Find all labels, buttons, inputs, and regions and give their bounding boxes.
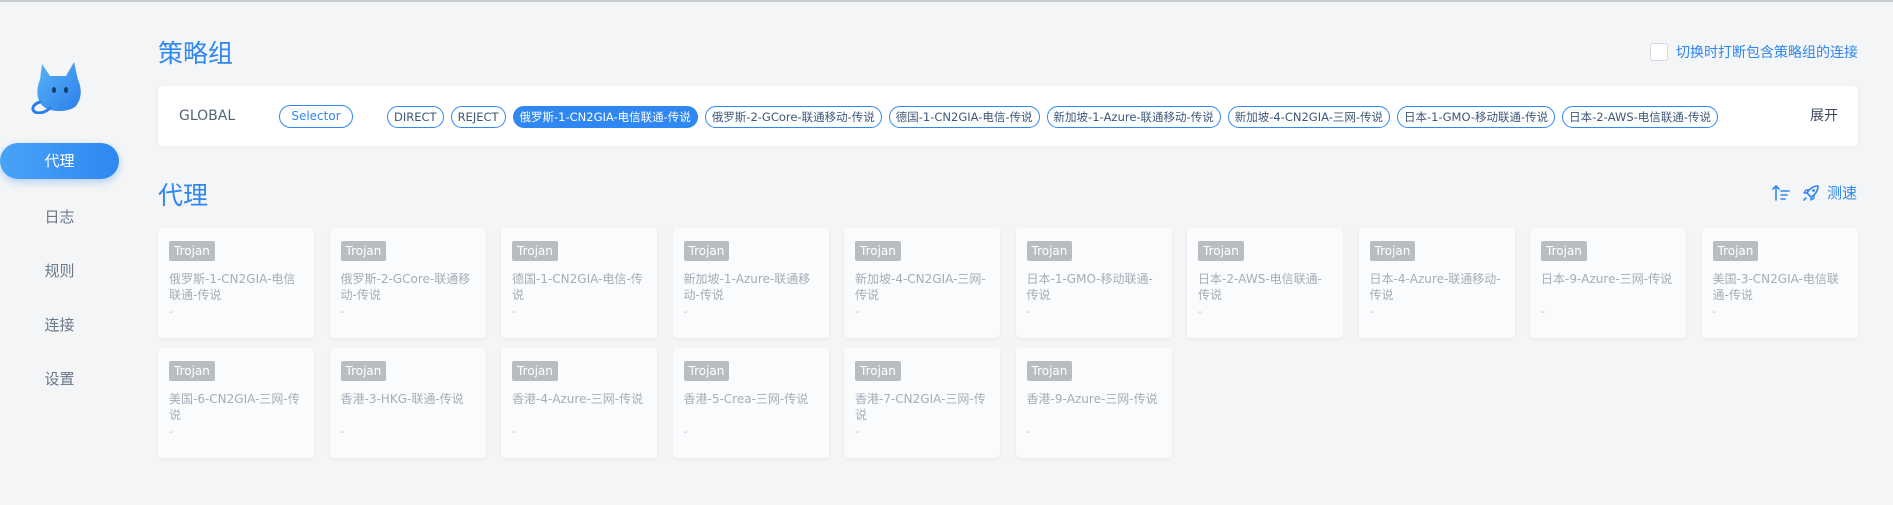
interrupt-connections-toggle[interactable]: 切换时打断包含策略组的连接 (1650, 42, 1858, 62)
proxy-type-badge: Trojan (340, 241, 387, 261)
proxy-delay: - (1712, 305, 1717, 318)
proxy-delay: - (855, 305, 859, 318)
proxy-delay: - (683, 305, 688, 318)
proxy-name: 日本-2-AWS-电信联通-传说 (1198, 272, 1322, 302)
group-option-chip[interactable]: 新加坡-1-Azure-联通移动-传说 (1046, 106, 1221, 128)
proxy-name: 俄罗斯-2-GCore-联通移动-传说 (340, 272, 471, 302)
sidebar-item-proxies[interactable]: 代理 (0, 143, 119, 179)
proxy-delay: - (683, 425, 688, 438)
proxy-delay: - (855, 425, 859, 438)
proxy-name: 美国-6-CN2GIA-三网-传说 (169, 392, 300, 422)
group-option-chip[interactable]: 新加坡-4-CN2GIA-三网-传说 (1227, 106, 1390, 128)
proxy-type-badge: Trojan (683, 361, 730, 381)
proxy-type-badge: Trojan (855, 361, 901, 381)
proxy-type-badge: Trojan (1198, 241, 1244, 261)
clash-cat-logo-icon (31, 62, 81, 114)
proxy-type-badge: Trojan (512, 241, 558, 261)
proxy-card[interactable]: Trojan 俄罗斯-1-CN2GIA-电信联通-传说 - (158, 228, 314, 338)
proxy-card[interactable]: Trojan 日本-1-GMO-移动联通-传说 - (1015, 228, 1172, 338)
proxy-delay: - (340, 305, 345, 318)
group-option-chip[interactable]: REJECT (450, 106, 506, 128)
speed-test-label: 测速 (1826, 184, 1857, 202)
proxy-name: 香港-3-HKG-联通-传说 (340, 392, 464, 406)
group-option-chip[interactable]: 日本-2-AWS-电信联通-传说 (1562, 106, 1718, 128)
group-options: DIRECT REJECT 俄罗斯-1-CN2GIA-电信联通-传说 俄罗斯-2-GC… (387, 106, 1718, 128)
proxy-delay: - (1026, 425, 1031, 438)
proxy-card[interactable]: Trojan 新加坡-1-Azure-联通移动-传说 - (672, 228, 829, 338)
proxy-card[interactable]: Trojan 日本-4-Azure-联通移动-传说 - (1358, 228, 1515, 338)
proxy-card[interactable]: Trojan 日本-9-Azure-三网-传说 - (1530, 228, 1686, 338)
proxy-card[interactable]: Trojan 香港-5-Crea-三网-传说 - (672, 348, 829, 458)
proxy-delay: - (1198, 305, 1202, 318)
proxy-name: 日本-9-Azure-三网-传说 (1541, 272, 1673, 286)
sidebar-item-connections[interactable]: 连接 (0, 307, 119, 343)
group-option-chip[interactable]: 俄罗斯-1-CN2GIA-电信联通-传说 (512, 106, 698, 128)
proxy-card[interactable]: Trojan 香港-4-Azure-三网-传说 - (501, 348, 657, 458)
proxy-delay: - (169, 305, 173, 318)
proxy-name: 俄罗斯-1-CN2GIA-电信联通-传说 (169, 272, 296, 302)
proxy-name: 新加坡-4-CN2GIA-三网-传说 (855, 272, 986, 302)
proxies-title: 代理 (158, 181, 209, 210)
proxy-name: 新加坡-1-Azure-联通移动-传说 (683, 272, 811, 302)
proxy-type-badge: Trojan (169, 361, 215, 381)
proxy-name: 日本-1-GMO-移动联通-传说 (1026, 272, 1153, 302)
group-option-chip[interactable]: 日本-1-GMO-移动联通-传说 (1397, 106, 1556, 128)
group-option-chip[interactable]: 俄罗斯-2-GCore-联通移动-传说 (704, 106, 882, 128)
group-option-chip[interactable]: DIRECT (387, 106, 444, 128)
group-option-chip[interactable]: 德国-1-CN2GIA-电信-传说 (888, 106, 1040, 128)
expand-button[interactable]: 展开 (1810, 86, 1838, 146)
proxy-delay: - (512, 305, 516, 318)
sort-icon[interactable] (1771, 183, 1791, 203)
proxy-card[interactable]: Trojan 香港-9-Azure-三网-传说 - (1015, 348, 1172, 458)
proxy-card[interactable]: Trojan 香港-3-HKG-联通-传说 - (329, 348, 486, 458)
proxy-name: 美国-3-CN2GIA-电信联通-传说 (1712, 272, 1839, 302)
proxy-delay: - (169, 425, 173, 438)
proxy-grid: Trojan 俄罗斯-1-CN2GIA-电信联通-传说 - Trojan 俄罗斯-2-G… (158, 228, 1858, 458)
proxy-type-badge: Trojan (1712, 241, 1759, 261)
proxy-name: 香港-9-Azure-三网-传说 (1026, 392, 1158, 406)
group-name: GLOBAL (179, 108, 236, 124)
proxy-name: 德国-1-CN2GIA-电信-传说 (512, 272, 643, 302)
policy-group-card: GLOBAL Selector DIRECT REJECT 俄罗斯-1-CN2GIA… (158, 86, 1858, 146)
sidebar: 代理 日志 规则 连接 设置 (0, 2, 130, 505)
proxy-tools: 测速 (1771, 182, 1857, 203)
proxy-delay: - (340, 425, 345, 438)
proxy-type-badge: Trojan (683, 241, 730, 261)
interrupt-label: 切换时打断包含策略组的连接 (1676, 45, 1858, 61)
proxy-type-badge: Trojan (512, 361, 558, 381)
rocket-icon (1803, 184, 1819, 201)
proxy-card[interactable]: Trojan 美国-3-CN2GIA-电信联通-传说 - (1701, 228, 1858, 338)
sidebar-item-settings[interactable]: 设置 (0, 361, 119, 397)
proxy-name: 香港-5-Crea-三网-传说 (683, 392, 809, 406)
proxy-type-badge: Trojan (1026, 361, 1073, 381)
proxy-card[interactable]: Trojan 俄罗斯-2-GCore-联通移动-传说 - (329, 228, 486, 338)
group-type-badge: Selector (279, 105, 353, 128)
proxy-name: 日本-4-Azure-联通移动-传说 (1369, 272, 1501, 302)
proxy-name: 香港-7-CN2GIA-三网-传说 (855, 392, 986, 422)
proxy-type-badge: Trojan (169, 241, 215, 261)
proxy-card[interactable]: Trojan 美国-6-CN2GIA-三网-传说 - (158, 348, 314, 458)
interrupt-checkbox[interactable] (1650, 43, 1668, 61)
proxy-card[interactable]: Trojan 香港-7-CN2GIA-三网-传说 - (844, 348, 1000, 458)
proxy-type-badge: Trojan (1541, 241, 1587, 261)
proxy-delay: - (1541, 305, 1545, 318)
proxy-card[interactable]: Trojan 德国-1-CN2GIA-电信-传说 - (501, 228, 657, 338)
proxy-delay: - (512, 425, 516, 438)
sidebar-item-rules[interactable]: 规则 (0, 253, 119, 289)
sidebar-item-logs[interactable]: 日志 (0, 199, 119, 235)
proxy-name: 香港-4-Azure-三网-传说 (512, 392, 644, 406)
speed-test-button[interactable]: 测速 (1801, 182, 1857, 203)
proxy-delay: - (1369, 305, 1374, 318)
policy-group-title: 策略组 (158, 39, 234, 68)
proxy-type-badge: Trojan (1026, 241, 1073, 261)
proxy-delay: - (1026, 305, 1031, 318)
proxy-type-badge: Trojan (855, 241, 901, 261)
proxy-card[interactable]: Trojan 新加坡-4-CN2GIA-三网-传说 - (844, 228, 1000, 338)
proxy-card[interactable]: Trojan 日本-2-AWS-电信联通-传说 - (1187, 228, 1343, 338)
proxy-type-badge: Trojan (1369, 241, 1416, 261)
proxy-type-badge: Trojan (340, 361, 387, 381)
